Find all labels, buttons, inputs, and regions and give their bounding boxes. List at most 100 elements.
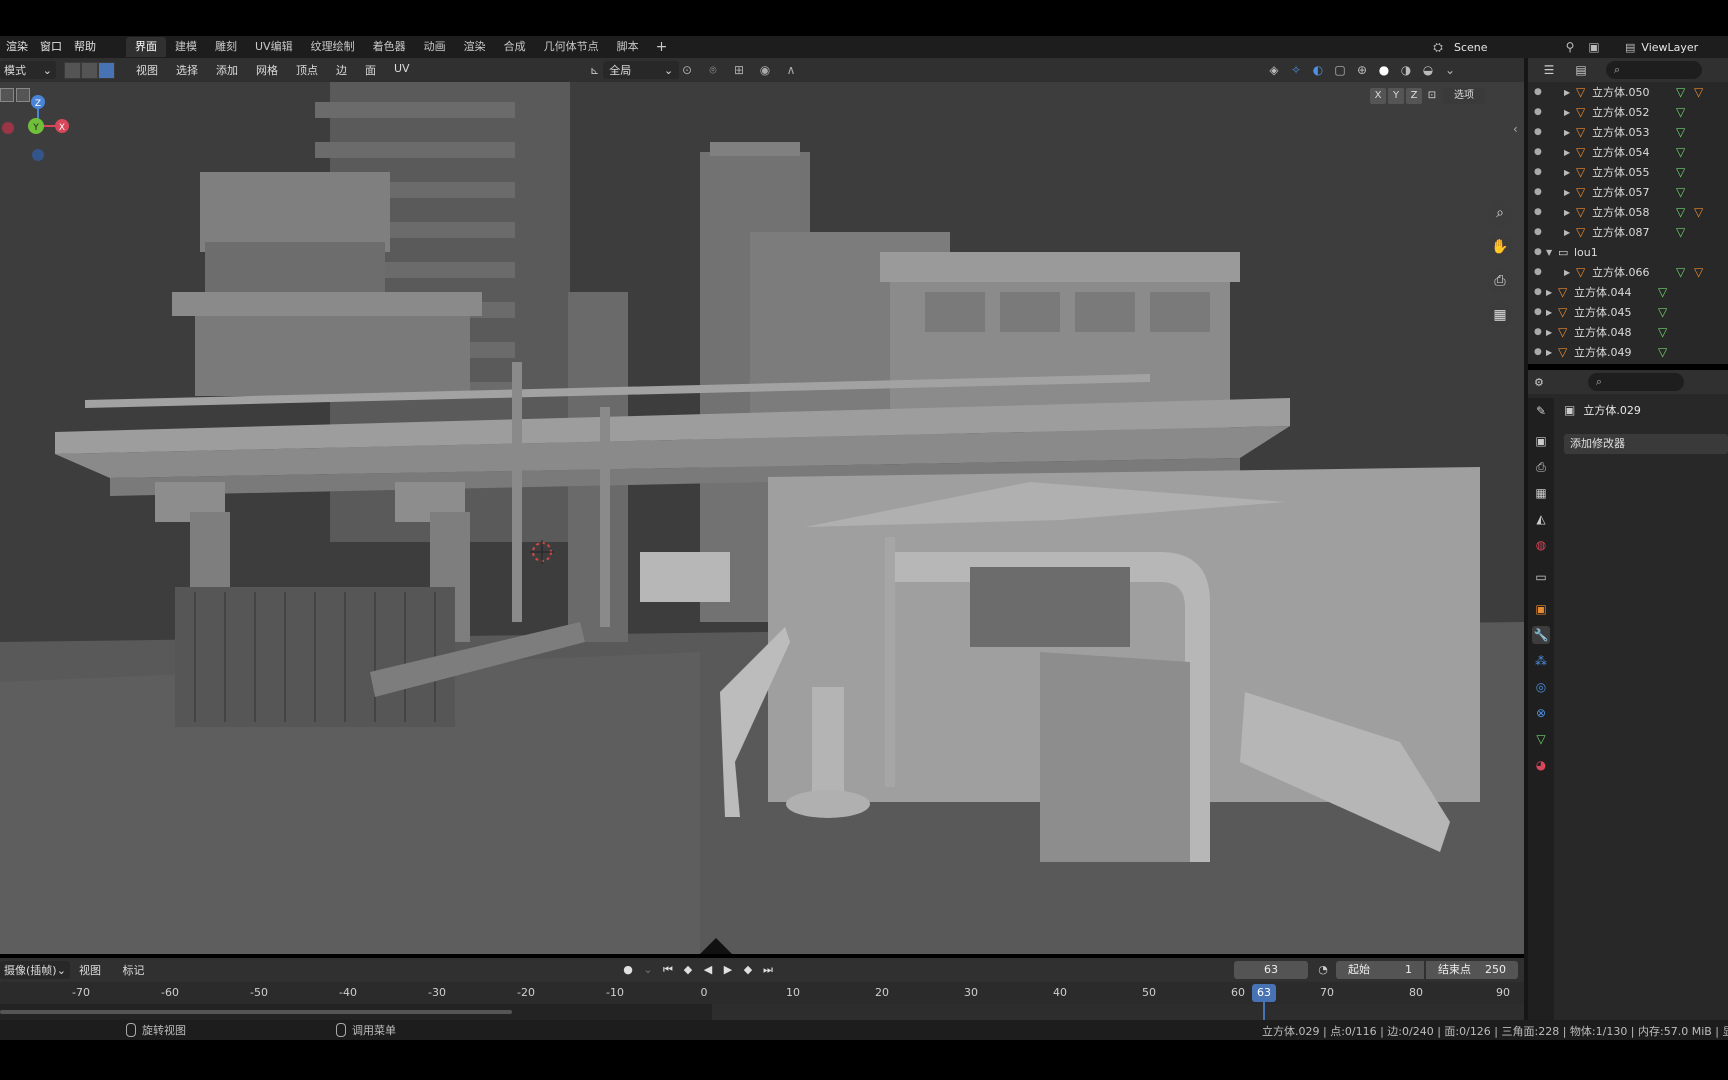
mode-dropdown[interactable]: 模式 ⌄ <box>0 61 56 79</box>
3d-viewport[interactable]: X Y Z ⊡ 选项 Z X Y ‹ ⌕ ✋ ⎙ ▦ <box>0 82 1524 954</box>
orientation-dropdown[interactable]: 全局 ⌄ <box>603 61 680 79</box>
tool-tab-icon[interactable]: ✎ <box>1532 402 1550 420</box>
transform-orientation[interactable]: ⊾ 全局 ⌄ <box>590 61 680 79</box>
tab-uv-editing[interactable]: UV编辑 <box>246 37 302 57</box>
physics-tab-icon[interactable]: ◎ <box>1532 678 1550 696</box>
expand-arrow-icon[interactable]: ▶ <box>1564 88 1576 97</box>
jump-end-icon[interactable]: ⏭ <box>760 961 776 979</box>
tab-shading[interactable]: 着色器 <box>364 37 415 57</box>
outliner-row[interactable]: ● ▶ ▽ 立方体.052 ▽ <box>1528 102 1728 122</box>
expand-arrow-icon[interactable]: ▶ <box>1546 308 1558 317</box>
expand-arrow-icon[interactable]: ▶ <box>1564 268 1576 277</box>
modifier-icon[interactable]: ▽ <box>1694 85 1703 99</box>
render-tab-icon[interactable]: ▣ <box>1532 432 1550 450</box>
expand-arrow-icon[interactable]: ▶ <box>1546 348 1558 357</box>
current-frame-field[interactable]: 63 <box>1234 961 1308 979</box>
face-select-button[interactable] <box>98 61 115 79</box>
snap-target-icon[interactable]: ⊞ <box>728 61 750 79</box>
outliner-row[interactable]: ● ▶ ▽ 立方体.049 ▽ <box>1528 342 1728 362</box>
expand-arrow-icon[interactable]: ▶ <box>1564 108 1576 117</box>
prev-keyframe-icon[interactable]: ◆ <box>680 961 696 979</box>
vertex-select-button[interactable] <box>64 61 81 79</box>
outliner-row[interactable]: ● ▶ ▽ 立方体.055 ▽ <box>1528 162 1728 182</box>
overlay-toggle-icon[interactable]: ◐ <box>1308 61 1328 79</box>
record-icon[interactable]: ● <box>620 961 636 979</box>
menu-select[interactable]: 选择 <box>167 62 207 78</box>
menu-timeline-view[interactable]: 视图 <box>70 964 110 977</box>
mesh-data-icon[interactable]: ▽ <box>1658 325 1676 339</box>
mesh-data-icon[interactable]: ▽ <box>1658 305 1676 319</box>
camera-icon[interactable]: ⎙ <box>1487 268 1513 294</box>
add-modifier-button[interactable]: 添加修改器 <box>1564 434 1728 454</box>
filter-icon[interactable]: ▤ <box>1568 61 1594 79</box>
scene-selector[interactable]: ⛭ Scene ⚲ ▣ <box>1426 37 1606 57</box>
modifier-icon[interactable]: ▽ <box>1694 265 1703 279</box>
mesh-data-icon[interactable]: ▽ <box>1676 125 1694 139</box>
editor-type-icon[interactable]: ⚙ <box>1534 376 1544 389</box>
menu-edge[interactable]: 边 <box>327 62 356 78</box>
modifier-icon[interactable]: ▽ <box>1694 205 1703 219</box>
visibility-dot-icon[interactable]: ● <box>1534 167 1542 177</box>
outliner-row[interactable]: ● ▶ ▽ 立方体.050 ▽ ▽ <box>1528 82 1728 102</box>
expand-arrow-icon[interactable]: ▶ <box>1564 168 1576 177</box>
tab-sculpting[interactable]: 雕刻 <box>206 37 246 57</box>
menu-render[interactable]: 渲染 <box>0 36 34 58</box>
view-layer-selector[interactable]: ▤ ViewLayer <box>1625 37 1728 57</box>
menu-uv[interactable]: UV <box>385 62 419 78</box>
mirror-z-button[interactable]: Z <box>1406 88 1422 104</box>
visibility-dot-icon[interactable]: ● <box>1534 107 1542 117</box>
tab-layout[interactable]: 界面 <box>126 37 166 57</box>
menu-add[interactable]: 添加 <box>207 62 247 78</box>
tab-texture-paint[interactable]: 纹理绘制 <box>302 37 364 57</box>
menu-view[interactable]: 视图 <box>127 62 167 78</box>
pin-icon[interactable]: ⚲ <box>1558 40 1582 54</box>
menu-help[interactable]: 帮助 <box>68 36 102 58</box>
tab-geometry-nodes[interactable]: 几何体节点 <box>535 37 608 57</box>
mirror-y-button[interactable]: Y <box>1388 88 1404 104</box>
outliner-row[interactable]: ● ▶ ▽ 立方体.053 ▽ <box>1528 122 1728 142</box>
options-dropdown[interactable]: 选项 <box>1442 88 1486 104</box>
shading-options-icon[interactable]: ⌄ <box>1440 61 1460 79</box>
outliner-row[interactable]: ● ▶ ▽ 立方体.054 ▽ <box>1528 142 1728 162</box>
jump-start-icon[interactable]: ⏮ <box>660 961 676 979</box>
mesh-data-icon[interactable]: ▽ <box>1676 165 1694 179</box>
play-icon[interactable]: ▶ <box>720 961 736 979</box>
mesh-data-icon[interactable]: ▽ <box>1658 285 1676 299</box>
tab-rendering[interactable]: 渲染 <box>455 37 495 57</box>
expand-arrow-icon[interactable]: ▶ <box>1564 128 1576 137</box>
next-keyframe-icon[interactable]: ◆ <box>740 961 756 979</box>
outliner-row[interactable]: ● ▼ ▭ lou1 <box>1528 242 1728 262</box>
visibility-dot-icon[interactable]: ● <box>1534 247 1542 257</box>
gizmo-toggle-icon[interactable]: ✧ <box>1286 61 1306 79</box>
record-options-icon[interactable]: ⌄ <box>640 961 656 979</box>
expand-arrow-icon[interactable]: ▶ <box>1546 328 1558 337</box>
visibility-dot-icon[interactable]: ● <box>1534 327 1542 337</box>
view-layer-tab-icon[interactable]: ▦ <box>1532 484 1550 502</box>
solid-shading-icon[interactable]: ● <box>1374 61 1394 79</box>
menu-face[interactable]: 面 <box>356 62 385 78</box>
rendered-shading-icon[interactable]: ◒ <box>1418 61 1438 79</box>
outliner-row[interactable]: ● ▶ ▽ 立方体.048 ▽ <box>1528 322 1728 342</box>
mesh-data-icon[interactable]: ▽ <box>1676 85 1694 99</box>
mesh-data-icon[interactable]: ▽ <box>1676 145 1694 159</box>
outliner-row[interactable]: ● ▶ ▽ 立方体.066 ▽ ▽ <box>1528 262 1728 282</box>
visibility-dot-icon[interactable]: ● <box>1534 267 1542 277</box>
playback-dropdown[interactable]: 摄像(插帧) ⌄ <box>0 961 70 979</box>
start-frame-field[interactable]: 起始 1 <box>1336 961 1424 979</box>
navigation-gizmo[interactable]: Z X Y <box>0 82 70 162</box>
tab-modeling[interactable]: 建模 <box>166 37 206 57</box>
sidebar-toggle-icon[interactable]: ‹ <box>1513 122 1518 136</box>
playhead[interactable]: 63 <box>1252 984 1276 1002</box>
display-mode-icon[interactable]: ☰ <box>1536 61 1562 79</box>
mesh-edit-icon[interactable]: ⊡ <box>1424 88 1440 104</box>
outliner-row[interactable]: ● ▶ ▽ 立方体.057 ▽ <box>1528 182 1728 202</box>
ortho-grid-icon[interactable]: ▦ <box>1487 302 1513 328</box>
visibility-dot-icon[interactable]: ● <box>1534 227 1542 237</box>
visibility-dot-icon[interactable]: ● <box>1534 287 1542 297</box>
tab-animation[interactable]: 动画 <box>415 37 455 57</box>
visibility-dot-icon[interactable]: ● <box>1534 127 1542 137</box>
menu-vertex[interactable]: 顶点 <box>287 62 327 78</box>
outliner-row[interactable]: ● ▶ ▽ 立方体.087 ▽ <box>1528 222 1728 242</box>
menu-window[interactable]: 窗口 <box>34 36 68 58</box>
tab-compositing[interactable]: 合成 <box>495 37 535 57</box>
